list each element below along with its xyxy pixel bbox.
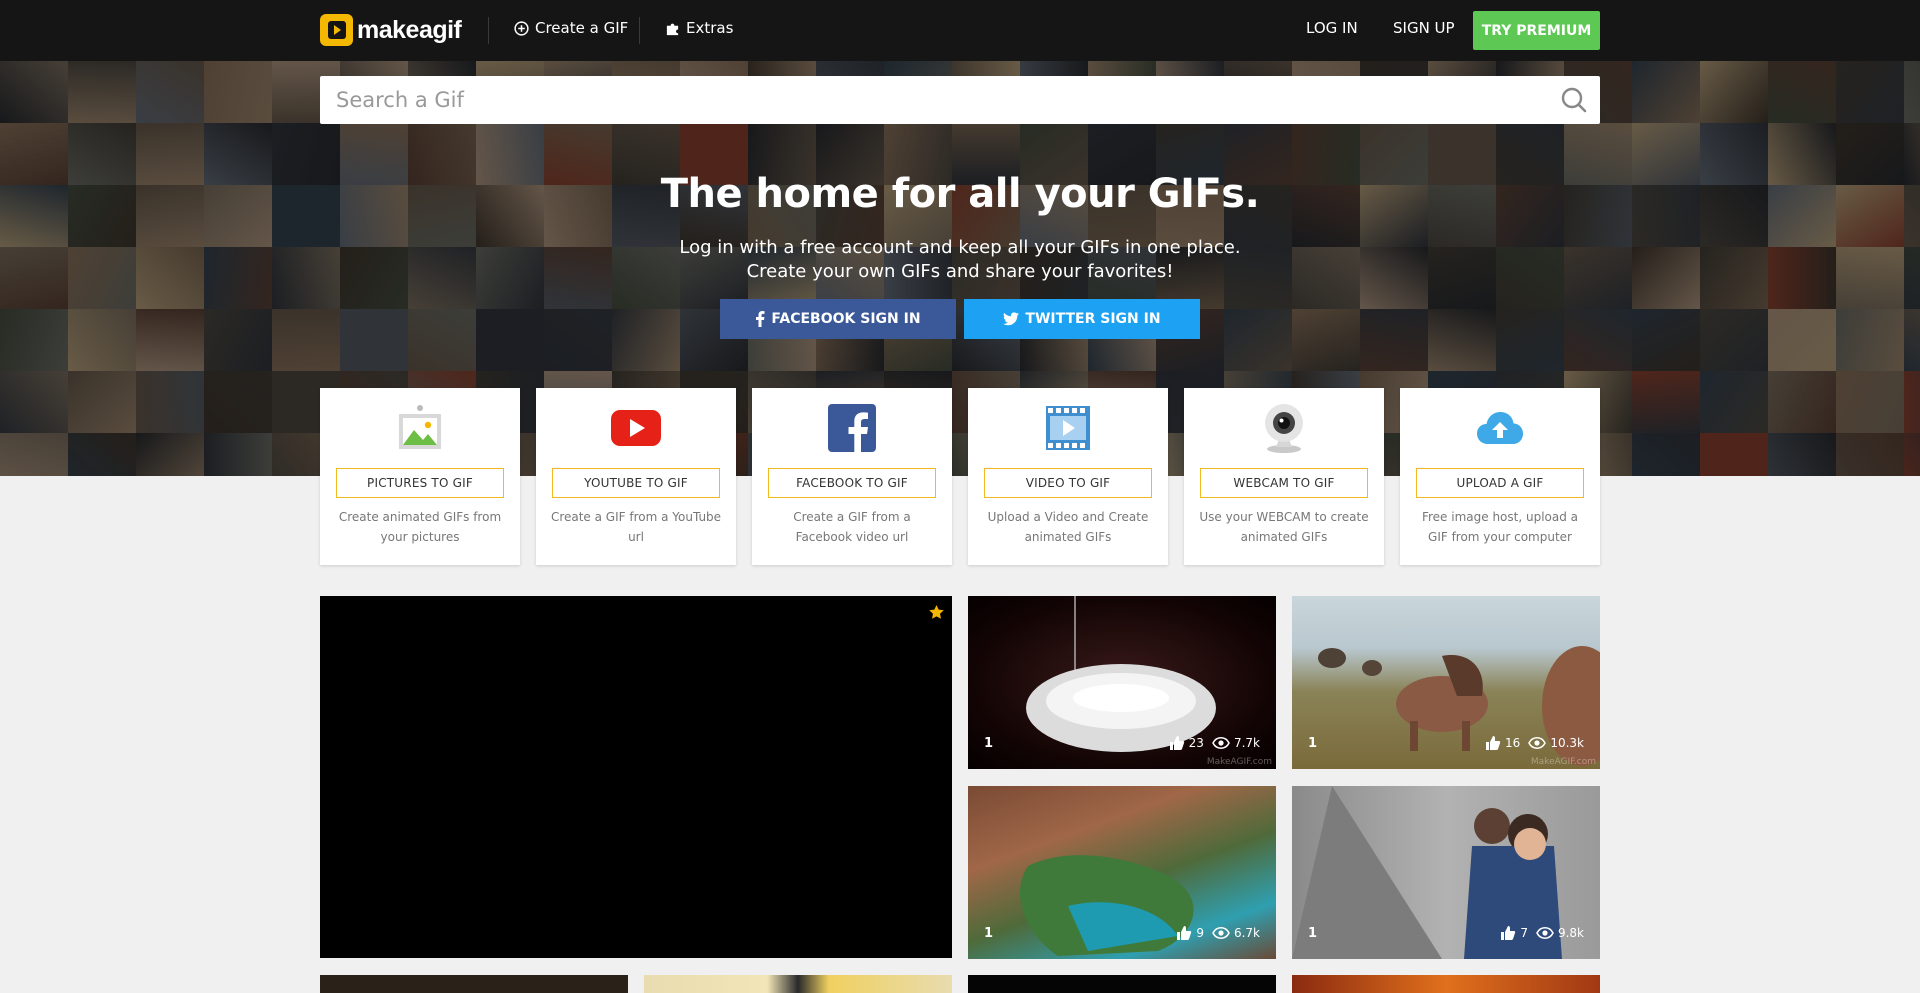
card-webcam-to-gif[interactable]: WEBCAM TO GIF Use your WEBCAM to create … — [1184, 388, 1384, 565]
extras-label: Extras — [686, 19, 734, 37]
gif-views: 6.7k — [1233, 926, 1260, 940]
pictures-to-gif-desc: Create animated GIFs from your pictures — [338, 510, 502, 544]
gif-views: 10.3k — [1550, 736, 1584, 750]
search-input[interactable] — [320, 76, 1548, 124]
logo-text: makeagif — [357, 15, 462, 44]
gif-stats: 23 7.7k — [1169, 735, 1260, 751]
gif-thumbnail[interactable]: 1 23 7.7k MakeAGIF.com — [968, 596, 1276, 769]
search-button[interactable] — [1548, 76, 1600, 124]
webcam-icon — [1184, 402, 1384, 454]
gif-views: 7.7k — [1233, 736, 1260, 750]
facebook-signin-label: FACEBOOK SIGN IN — [771, 311, 921, 327]
featured-gif[interactable] — [320, 596, 952, 958]
facebook-f-icon — [756, 311, 765, 327]
thumbs-up-icon — [1486, 736, 1501, 750]
card-upload-a-gif[interactable]: UPLOAD A GIF Free image host, upload a G… — [1400, 388, 1600, 565]
webcam-to-gif-button[interactable]: WEBCAM TO GIF — [1200, 468, 1368, 498]
youtube-icon — [536, 402, 736, 454]
thumbs-up-icon — [1501, 926, 1516, 940]
gif-likes: 7 — [1520, 926, 1528, 940]
webcam-to-gif-desc: Use your WEBCAM to create animated GIFs — [1199, 510, 1369, 544]
card-pictures-to-gif[interactable]: PICTURES TO GIF Create animated GIFs fro… — [320, 388, 520, 565]
create-gif-label: Create a GIF — [535, 19, 629, 37]
youtube-to-gif-desc: Create a GIF from a YouTube url — [550, 510, 722, 544]
try-premium-button[interactable]: TRY PREMIUM — [1473, 11, 1600, 50]
gif-stats: 7 9.8k — [1500, 925, 1584, 941]
thumbs-up-icon — [1177, 926, 1192, 940]
upload-icon — [1400, 402, 1600, 454]
video-to-gif-desc: Upload a Video and Create animated GIFs — [987, 510, 1149, 544]
logo-play-icon — [320, 14, 353, 46]
gif-likes: 16 — [1505, 736, 1521, 750]
gif-frame-count: 1 — [1308, 736, 1318, 751]
twitter-signin-label: TWITTER SIGN IN — [1025, 311, 1161, 327]
gif-watermark: MakeAGIF.com — [1530, 757, 1596, 767]
top-nav: makeagif Create a GIF Extras LOG IN SIGN… — [0, 0, 1920, 61]
hero-title: The home for all your GIFs. — [660, 171, 1260, 217]
login-link[interactable]: LOG IN — [1306, 19, 1358, 37]
extras-link[interactable]: Extras — [665, 19, 733, 37]
card-facebook-to-gif[interactable]: FACEBOOK TO GIF Create a GIF from a Face… — [752, 388, 952, 565]
twitter-signin-button[interactable]: TWITTER SIGN IN — [964, 299, 1200, 339]
logo[interactable]: makeagif — [320, 14, 462, 46]
gif-frame-count: 1 — [984, 736, 994, 751]
plus-circle-icon — [514, 20, 529, 36]
upload-a-gif-desc: Free image host, upload a GIF from your … — [1421, 510, 1579, 544]
puzzle-icon — [666, 23, 679, 35]
gif-frame-count: 1 — [984, 926, 994, 941]
gif-thumbnail[interactable]: 1 16 10.3k MakeAGIF.com — [1292, 596, 1600, 769]
hero-subtitle-line1: Log in with a free account and keep all … — [679, 237, 1241, 258]
thumbs-up-icon — [1169, 736, 1184, 750]
eye-icon — [1212, 737, 1230, 749]
gif-likes: 23 — [1188, 736, 1204, 750]
facebook-icon — [752, 402, 952, 454]
gif-frame-count: 1 — [1308, 926, 1318, 941]
eye-icon — [1528, 737, 1547, 749]
youtube-to-gif-button[interactable]: YOUTUBE TO GIF — [552, 468, 720, 498]
card-video-to-gif[interactable]: VIDEO TO GIF Upload a Video and Create a… — [968, 388, 1168, 565]
nav-divider — [639, 17, 640, 44]
gif-thumbnail[interactable]: 1 7 9.8k — [1292, 786, 1600, 959]
search-icon — [1561, 87, 1587, 113]
eye-icon — [1536, 927, 1554, 939]
facebook-to-gif-button[interactable]: FACEBOOK TO GIF — [768, 468, 936, 498]
facebook-to-gif-desc: Create a GIF from a Facebook video url — [793, 510, 911, 544]
gif-stats: 16 10.3k — [1485, 735, 1584, 751]
gif-thumbnail[interactable]: 1 9 6.7k — [968, 786, 1276, 959]
gif-watermark: MakeAGIF.com — [1206, 757, 1272, 767]
pictures-to-gif-button[interactable]: PICTURES TO GIF — [336, 468, 504, 498]
signup-link[interactable]: SIGN UP — [1393, 19, 1455, 37]
gif-stats: 9 6.7k — [1176, 925, 1260, 941]
gif-thumbnail[interactable] — [1292, 975, 1600, 993]
facebook-signin-button[interactable]: FACEBOOK SIGN IN — [720, 299, 956, 339]
gif-thumbnail[interactable] — [644, 975, 952, 993]
hero-subtitle-line2: Create your own GIFs and share your favo… — [746, 261, 1174, 282]
gif-thumbnail[interactable] — [320, 975, 628, 993]
eye-icon — [1212, 927, 1230, 939]
gif-likes: 9 — [1196, 926, 1204, 940]
upload-a-gif-button[interactable]: UPLOAD A GIF — [1416, 468, 1584, 498]
tool-cards: PICTURES TO GIF Create animated GIFs fro… — [320, 388, 1600, 565]
search-bar — [320, 76, 1600, 124]
gif-views: 9.8k — [1557, 926, 1584, 940]
card-youtube-to-gif[interactable]: YOUTUBE TO GIF Create a GIF from a YouTu… — [536, 388, 736, 565]
nav-divider — [488, 17, 489, 44]
twitter-bird-icon — [1003, 312, 1020, 326]
video-to-gif-button[interactable]: VIDEO TO GIF — [984, 468, 1152, 498]
create-gif-link[interactable]: Create a GIF — [514, 19, 628, 37]
gif-thumbnail[interactable] — [968, 975, 1276, 993]
pictures-icon — [320, 402, 520, 454]
video-icon — [968, 402, 1168, 454]
star-icon — [929, 605, 944, 619]
